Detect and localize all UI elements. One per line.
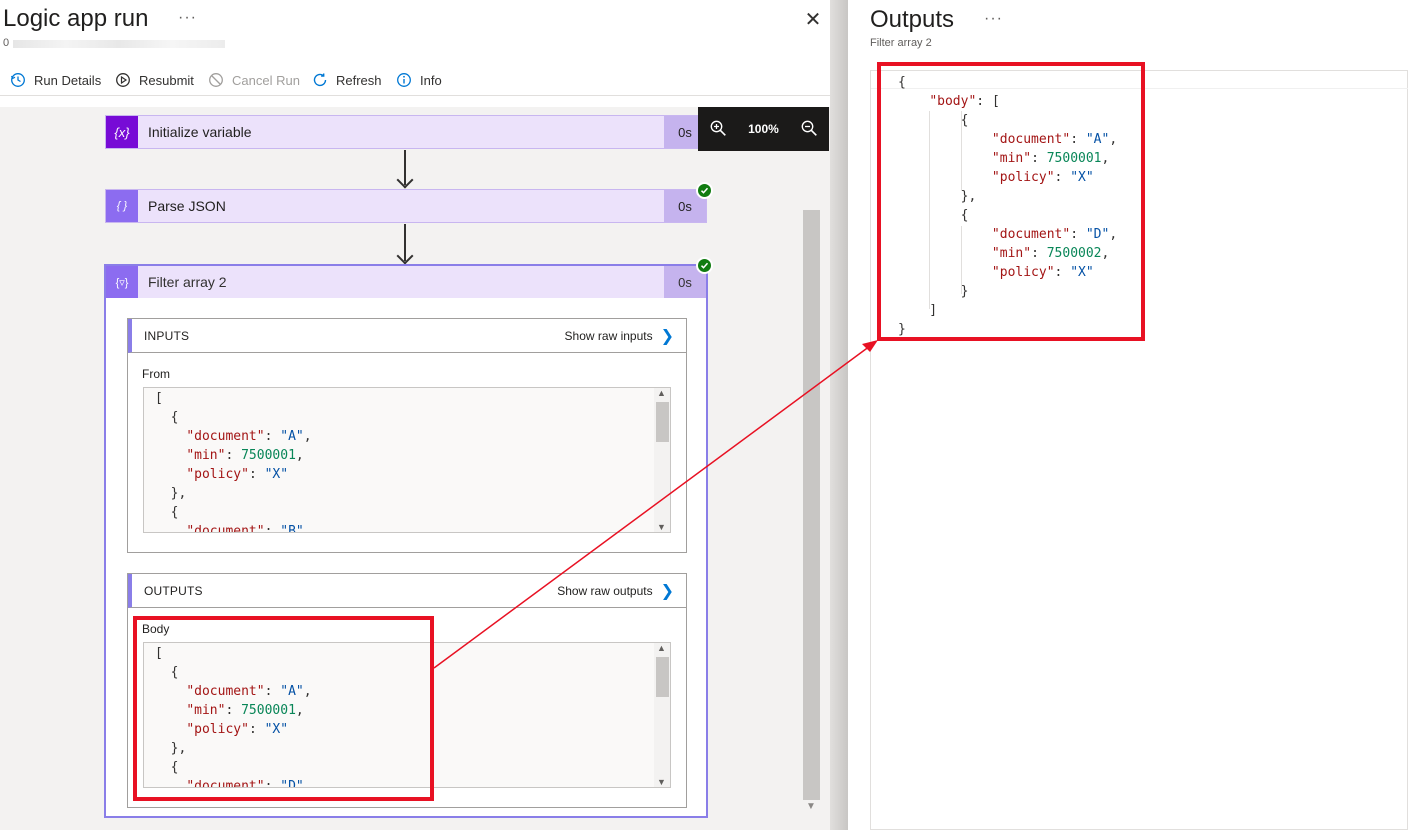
info-icon <box>395 71 413 89</box>
outputs-title: OUTPUTS <box>144 583 203 598</box>
scroll-up-icon[interactable]: ▲ <box>657 643 666 653</box>
show-raw-outputs-link[interactable]: Show raw outputs ❯ <box>557 581 674 601</box>
connector-arrow-icon <box>396 247 414 265</box>
cancel-run-label: Cancel Run <box>232 72 300 88</box>
info-label: Info <box>420 72 442 88</box>
scroll-thumb[interactable] <box>656 402 669 442</box>
code-scrollbar[interactable]: ▲ ▼ <box>654 388 670 532</box>
connector-arrow-icon <box>396 171 414 189</box>
resubmit-label: Resubmit <box>139 72 194 88</box>
filter-array-header[interactable]: {▿} Filter array 2 0s <box>106 266 706 298</box>
redacted-run-id <box>13 40 225 48</box>
variable-icon: {x} <box>106 116 138 148</box>
show-raw-inputs-link[interactable]: Show raw inputs ❯ <box>565 326 674 346</box>
success-check-icon <box>696 182 713 199</box>
toolbar: Run Details Resubmit Cancel Run Refresh … <box>0 64 830 96</box>
code-line: "policy": "X" <box>186 467 289 482</box>
refresh-label: Refresh <box>336 72 382 88</box>
code-line: "document": "B", <box>186 524 312 533</box>
inputs-section: INPUTS Show raw inputs ❯ From [ { "docum… <box>127 318 687 553</box>
run-details-label: Run Details <box>34 72 102 88</box>
step-parse-json[interactable]: { } Parse JSON 0s <box>105 189 707 223</box>
more-options-button[interactable]: ··· <box>984 10 1003 28</box>
code-scrollbar[interactable]: ▲ ▼ <box>654 643 670 787</box>
inputs-title: INPUTS <box>144 328 190 343</box>
blade-divider <box>830 0 848 830</box>
chevron-right-icon: ❯ <box>660 582 674 600</box>
refresh-icon <box>311 71 329 89</box>
blade-title: Outputs <box>870 6 955 33</box>
success-check-icon <box>696 257 713 274</box>
zoom-level: 100% <box>748 122 779 136</box>
run-id-prefix: 0 <box>3 37 10 49</box>
step-label: Initialize variable <box>148 124 252 140</box>
zoom-out-icon[interactable] <box>800 119 818 140</box>
cancel-run-button[interactable]: Cancel Run <box>207 69 300 91</box>
resubmit-button[interactable]: Resubmit <box>114 69 194 91</box>
blade-subtitle: Filter array 2 <box>870 37 932 49</box>
inputs-json: [ { "document": "A", "min": 7500001, "po… <box>155 389 312 533</box>
code-line: [ <box>155 391 163 406</box>
zoom-controls: 100% <box>698 107 829 151</box>
outputs-header: OUTPUTS Show raw outputs ❯ <box>128 574 686 608</box>
inputs-header: INPUTS Show raw inputs ❯ <box>128 319 686 353</box>
scroll-down-icon[interactable]: ▼ <box>806 801 816 812</box>
annotation-highlight-box <box>877 62 1145 341</box>
filter-array-icon: {▿} <box>106 266 138 298</box>
info-button[interactable]: Info <box>395 69 442 91</box>
annotation-highlight-box <box>133 616 434 801</box>
scroll-down-icon[interactable]: ▼ <box>657 522 666 532</box>
code-line: "min": 7500001, <box>186 448 304 463</box>
run-details-button[interactable]: Run Details <box>9 69 101 91</box>
scroll-thumb[interactable] <box>656 657 669 697</box>
show-raw-outputs-label: Show raw outputs <box>557 583 653 598</box>
scroll-up-icon[interactable]: ▲ <box>657 388 666 398</box>
refresh-button[interactable]: Refresh <box>311 69 382 91</box>
blade-title: Logic app run <box>3 5 149 32</box>
resubmit-icon <box>114 71 132 89</box>
code-line: }, <box>155 486 187 501</box>
show-raw-inputs-label: Show raw inputs <box>564 328 653 343</box>
from-code-view[interactable]: [ { "document": "A", "min": 7500001, "po… <box>143 387 671 533</box>
chevron-right-icon: ❯ <box>660 327 674 345</box>
cancel-icon <box>207 71 225 89</box>
canvas-scrollbar[interactable] <box>803 210 820 800</box>
run-id-subtitle: 0 <box>3 37 225 50</box>
code-line: "document": "A", <box>186 429 312 444</box>
more-options-button[interactable]: ··· <box>178 9 197 27</box>
from-label: From <box>142 367 170 381</box>
zoom-in-icon[interactable] <box>709 119 727 140</box>
step-label: Filter array 2 <box>148 274 227 290</box>
scroll-down-icon[interactable]: ▼ <box>657 777 666 787</box>
parse-json-icon: { } <box>106 190 138 222</box>
code-line: { <box>155 410 179 425</box>
step-initialize-variable[interactable]: {x} Initialize variable 0s <box>105 115 707 149</box>
step-label: Parse JSON <box>148 198 226 214</box>
history-icon <box>9 71 27 89</box>
code-line: { <box>155 505 179 520</box>
close-button[interactable]: ✕ <box>803 10 823 30</box>
